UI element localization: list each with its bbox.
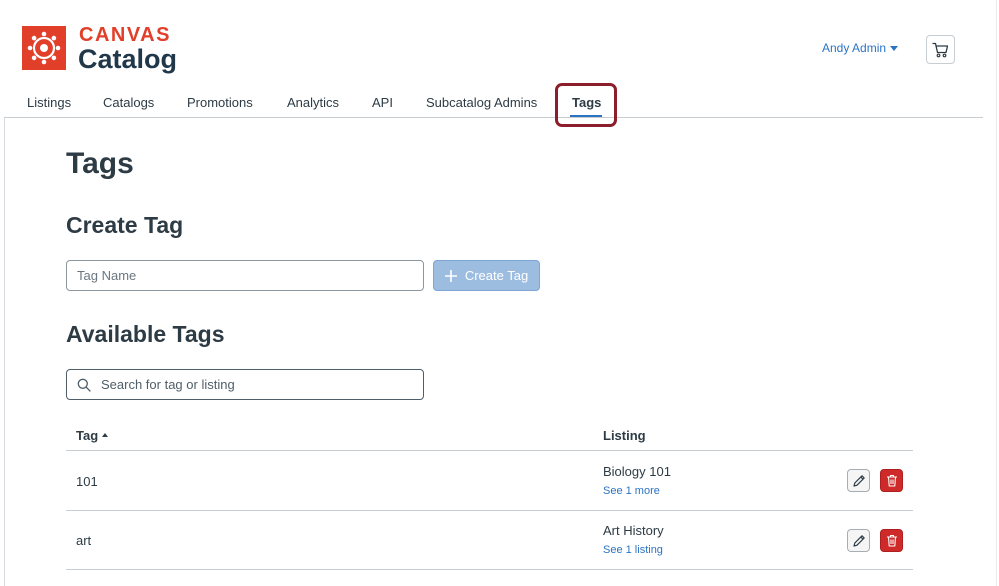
tag-cell: art (76, 533, 92, 548)
tab-listings[interactable]: Listings (27, 95, 71, 110)
tab-subcatalog-admins[interactable]: Subcatalog Admins (426, 95, 537, 110)
pencil-icon (852, 534, 865, 547)
see-listing-link[interactable]: See 1 listing (603, 544, 663, 556)
row-divider (66, 569, 913, 570)
listing-cell: Art History (603, 523, 664, 538)
cart-icon (932, 42, 949, 57)
tab-api[interactable]: API (372, 95, 393, 110)
available-tags-heading: Available Tags (66, 321, 225, 347)
column-header-tag-label: Tag (76, 428, 99, 443)
tag-cell: 101 (76, 474, 98, 489)
search-input[interactable] (99, 376, 423, 393)
user-menu[interactable]: Andy Admin (822, 41, 899, 55)
column-header-listing: Listing (603, 428, 646, 443)
nav-divider (4, 117, 983, 118)
brand-name-line2: Catalog (78, 44, 178, 74)
page-title: Tags (66, 147, 134, 180)
tab-promotions[interactable]: Promotions (187, 95, 253, 110)
tab-analytics[interactable]: Analytics (287, 95, 339, 110)
delete-tag-button[interactable] (880, 529, 903, 552)
tags-tab-highlight (555, 83, 617, 127)
row-divider (66, 510, 913, 511)
page-frame-left (4, 118, 5, 586)
create-tag-button-label: Create Tag (464, 268, 529, 283)
sort-ascending-icon (102, 432, 109, 437)
search-field[interactable] (66, 369, 424, 400)
main-nav: Listings Catalogs Promotions Analytics A… (0, 88, 999, 118)
table-header-divider (66, 450, 913, 451)
trash-icon (886, 534, 897, 547)
plus-icon (444, 269, 457, 282)
create-tag-button[interactable]: Create Tag (433, 260, 540, 291)
edit-tag-button[interactable] (847, 529, 870, 552)
trash-icon (886, 474, 897, 487)
cart-button[interactable] (926, 35, 955, 64)
see-more-link[interactable]: See 1 more (603, 485, 660, 497)
caret-down-icon (890, 46, 899, 52)
pencil-icon (852, 474, 865, 487)
search-icon (77, 378, 91, 392)
tab-catalogs[interactable]: Catalogs (103, 95, 154, 110)
tag-name-input[interactable] (66, 260, 424, 291)
create-tag-heading: Create Tag (66, 212, 184, 238)
delete-tag-button[interactable] (880, 469, 903, 492)
listing-cell: Biology 101 (603, 464, 671, 479)
user-name: Andy Admin (822, 41, 887, 55)
canvas-logo-icon[interactable] (22, 26, 66, 70)
column-header-tag[interactable]: Tag (76, 428, 109, 443)
edit-tag-button[interactable] (847, 469, 870, 492)
